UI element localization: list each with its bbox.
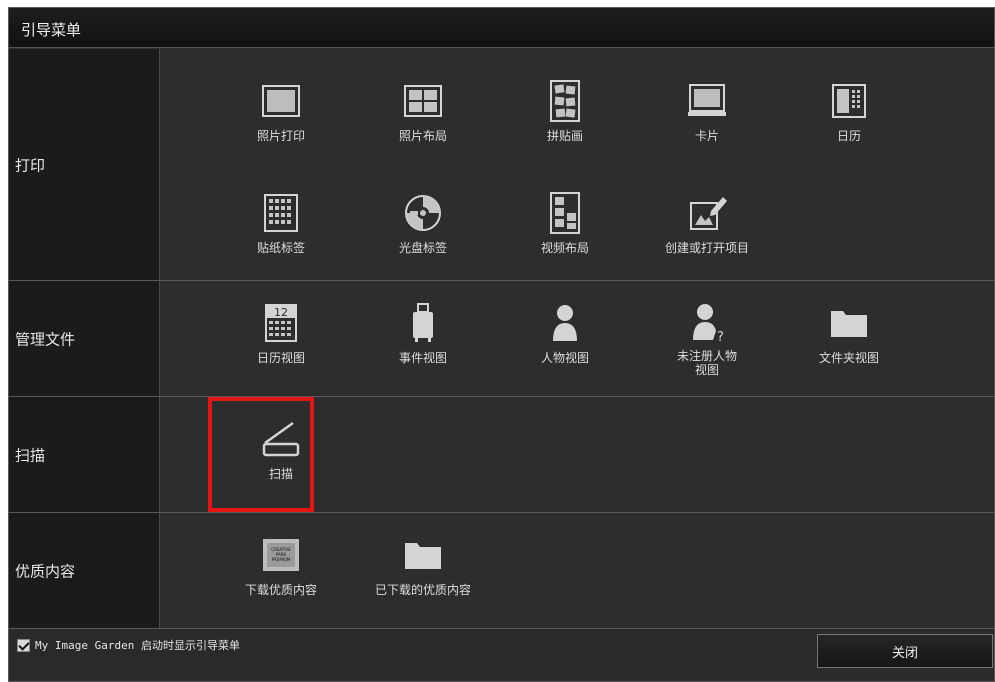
folder-view-icon <box>831 311 867 337</box>
scan-highlight-frame <box>208 397 314 512</box>
footer-bar: My Image Garden 启动时显示引导菜单 关闭 <box>9 629 994 681</box>
startup-checkbox-label: My Image Garden 启动时显示引导菜单 <box>35 639 240 652</box>
item-label: 人物视图 <box>540 351 589 365</box>
calendar-icon <box>832 84 866 118</box>
photo-layout-icon <box>404 85 442 117</box>
downloaded-premium-item[interactable]: 已下载的优质内容 <box>358 527 488 623</box>
photo-print-item[interactable]: 照片打印 <box>216 73 346 169</box>
item-label: 光盘标签 <box>398 241 447 255</box>
item-label: 照片打印 <box>256 129 305 143</box>
sticker-item[interactable]: 贴纸标签 <box>216 185 346 281</box>
category-label: 打印 <box>15 157 46 174</box>
item-label: 日历视图 <box>256 351 305 365</box>
svg-text:PREMIUM: PREMIUM <box>272 557 291 562</box>
calendar-view-icon: 12 <box>265 304 297 342</box>
create-open-item[interactable]: 创建或打开项目 <box>642 185 772 281</box>
collage-item[interactable]: 拼贴画 <box>500 73 630 169</box>
item-label: 未注册人物 视图 <box>676 349 737 377</box>
checkbox-checked-icon[interactable] <box>17 638 30 652</box>
show-at-startup-checkbox[interactable]: My Image Garden 启动时显示引导菜单 <box>17 637 240 653</box>
premium-contents-section: 优质内容 CREATIVE PARK PREMIUM 下载优质内容 已下载的优质… <box>9 513 994 629</box>
collage-icon <box>550 80 580 122</box>
print-section: 打印 照片打印 照片布局 拼贴画 卡片 日历 贴纸标签 光盘标签 视频布局 创建… <box>9 49 994 281</box>
card-item[interactable]: 卡片 <box>642 73 772 169</box>
item-label: 拼贴画 <box>546 129 583 143</box>
item-label: 日历 <box>836 129 861 143</box>
people-view-icon <box>553 305 577 341</box>
close-button[interactable]: 关闭 <box>817 634 993 668</box>
photo-layout-item[interactable]: 照片布局 <box>358 73 488 169</box>
downloaded-folder-icon <box>405 543 441 569</box>
window-title: 引导菜单 <box>21 22 82 39</box>
scan-section: 扫描 扫描 <box>9 397 994 513</box>
item-label: 卡片 <box>694 129 719 143</box>
category-label: 优质内容 <box>15 563 76 580</box>
create-open-item-icon <box>690 197 727 230</box>
category-premium-contents: 优质内容 <box>9 513 160 628</box>
item-label: 下载优质内容 <box>244 583 317 597</box>
video-layout-item[interactable]: 视频布局 <box>500 185 630 281</box>
calendar-day-text: 12 <box>274 306 288 319</box>
svg-text:?: ? <box>717 330 724 345</box>
manage-items: 12 日历视图 事件视图 人物视图 ? 未注册人物 视图 文件夹视图 <box>161 281 994 396</box>
category-scan: 扫描 <box>9 397 160 512</box>
manage-files-section: 管理文件 12 日历视图 事件视图 人物视图 ? 未注册人物 视图 文件夹视图 <box>9 281 994 397</box>
item-label: 视频布局 <box>540 241 589 255</box>
card-icon <box>688 84 726 116</box>
creative-park-premium-icon: CREATIVE PARK PREMIUM <box>263 539 299 571</box>
category-label: 扫描 <box>15 447 46 464</box>
item-label: 照片布局 <box>398 129 447 143</box>
item-label: 已下载的优质内容 <box>374 583 471 597</box>
download-premium-item[interactable]: CREATIVE PARK PREMIUM 下载优质内容 <box>216 527 346 623</box>
disc-label-icon <box>405 195 441 231</box>
photo-print-icon <box>262 85 300 117</box>
premium-items: CREATIVE PARK PREMIUM 下载优质内容 已下载的优质内容 <box>161 513 994 628</box>
folder-view-item[interactable]: 文件夹视图 <box>784 295 914 391</box>
category-label: 管理文件 <box>15 331 76 348</box>
print-items: 照片打印 照片布局 拼贴画 卡片 日历 贴纸标签 光盘标签 视频布局 创建或打开… <box>161 49 994 280</box>
event-view-item[interactable]: 事件视图 <box>358 295 488 391</box>
calendar-item[interactable]: 日历 <box>784 73 914 169</box>
unregistered-people-icon: ? <box>693 304 724 345</box>
sticker-icon <box>264 194 298 232</box>
event-view-icon <box>413 303 433 342</box>
item-label: 创建或打开项目 <box>664 241 749 255</box>
item-label: 文件夹视图 <box>818 351 879 365</box>
disc-label-item[interactable]: 光盘标签 <box>358 185 488 281</box>
item-label: 贴纸标签 <box>256 241 305 255</box>
calendar-view-item[interactable]: 12 日历视图 <box>216 295 346 391</box>
guide-menu-window: 引导菜单 打印 照片打印 照片布局 拼贴画 卡片 日历 贴纸标签 光盘标签 视频… <box>8 7 995 682</box>
unregistered-people-item[interactable]: ? 未注册人物 视图 <box>642 295 772 391</box>
title-bar: 引导菜单 <box>9 8 994 48</box>
people-view-item[interactable]: 人物视图 <box>500 295 630 391</box>
category-manage-files: 管理文件 <box>9 281 160 396</box>
video-layout-icon <box>550 192 580 234</box>
item-label: 事件视图 <box>398 351 447 365</box>
category-print: 打印 <box>9 49 160 280</box>
